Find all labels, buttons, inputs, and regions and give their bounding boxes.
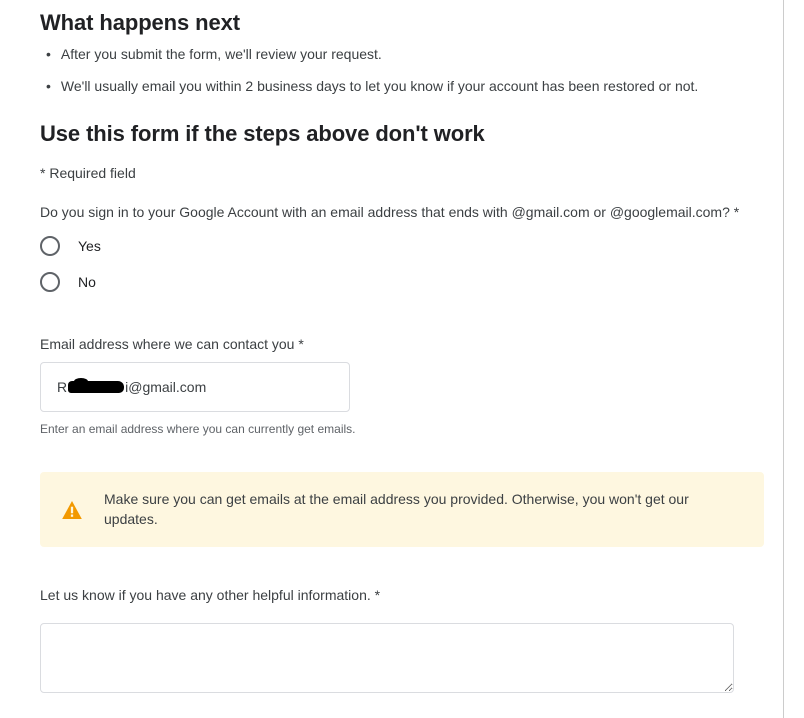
redaction-mark bbox=[68, 381, 124, 393]
contact-email-block: Email address where we can contact you *… bbox=[40, 336, 764, 436]
radio-no[interactable] bbox=[40, 272, 60, 292]
warning-triangle-icon bbox=[62, 501, 82, 519]
section-heading-next: What happens next bbox=[40, 10, 764, 36]
gmail-account-radio-group: Yes No bbox=[40, 236, 764, 292]
contact-email-input[interactable]: R i@gmail.com bbox=[40, 362, 350, 412]
gmail-account-question-label: Do you sign in to your Google Account wi… bbox=[40, 203, 764, 223]
radio-row-no: No bbox=[40, 272, 764, 292]
more-info-textarea[interactable] bbox=[40, 623, 734, 693]
form-heading: Use this form if the steps above don't w… bbox=[40, 121, 764, 147]
contact-email-helper: Enter an email address where you can cur… bbox=[40, 422, 764, 436]
email-value-wrap: R i@gmail.com bbox=[57, 379, 206, 395]
more-info-block: Let us know if you have any other helpfu… bbox=[40, 587, 764, 698]
more-info-label: Let us know if you have any other helpfu… bbox=[40, 587, 764, 603]
bullet-text: We'll usually email you within 2 busines… bbox=[61, 76, 698, 96]
radio-yes[interactable] bbox=[40, 236, 60, 256]
email-redacted-prefix: R bbox=[57, 379, 67, 395]
bullet-text: After you submit the form, we'll review … bbox=[61, 44, 382, 64]
required-field-note: * Required field bbox=[40, 165, 764, 181]
email-redacted-suffix: i@gmail.com bbox=[125, 379, 206, 395]
intro-bullet-item: After you submit the form, we'll review … bbox=[46, 44, 764, 64]
right-divider bbox=[783, 0, 784, 718]
email-warning-notice: Make sure you can get emails at the emai… bbox=[40, 472, 764, 547]
warning-notice-text: Make sure you can get emails at the emai… bbox=[104, 490, 742, 529]
radio-yes-label: Yes bbox=[78, 238, 101, 254]
contact-email-label: Email address where we can contact you * bbox=[40, 336, 764, 352]
intro-bullet-item: We'll usually email you within 2 busines… bbox=[46, 76, 764, 96]
intro-bullet-list: After you submit the form, we'll review … bbox=[40, 44, 764, 97]
radio-row-yes: Yes bbox=[40, 236, 764, 256]
radio-no-label: No bbox=[78, 274, 96, 290]
